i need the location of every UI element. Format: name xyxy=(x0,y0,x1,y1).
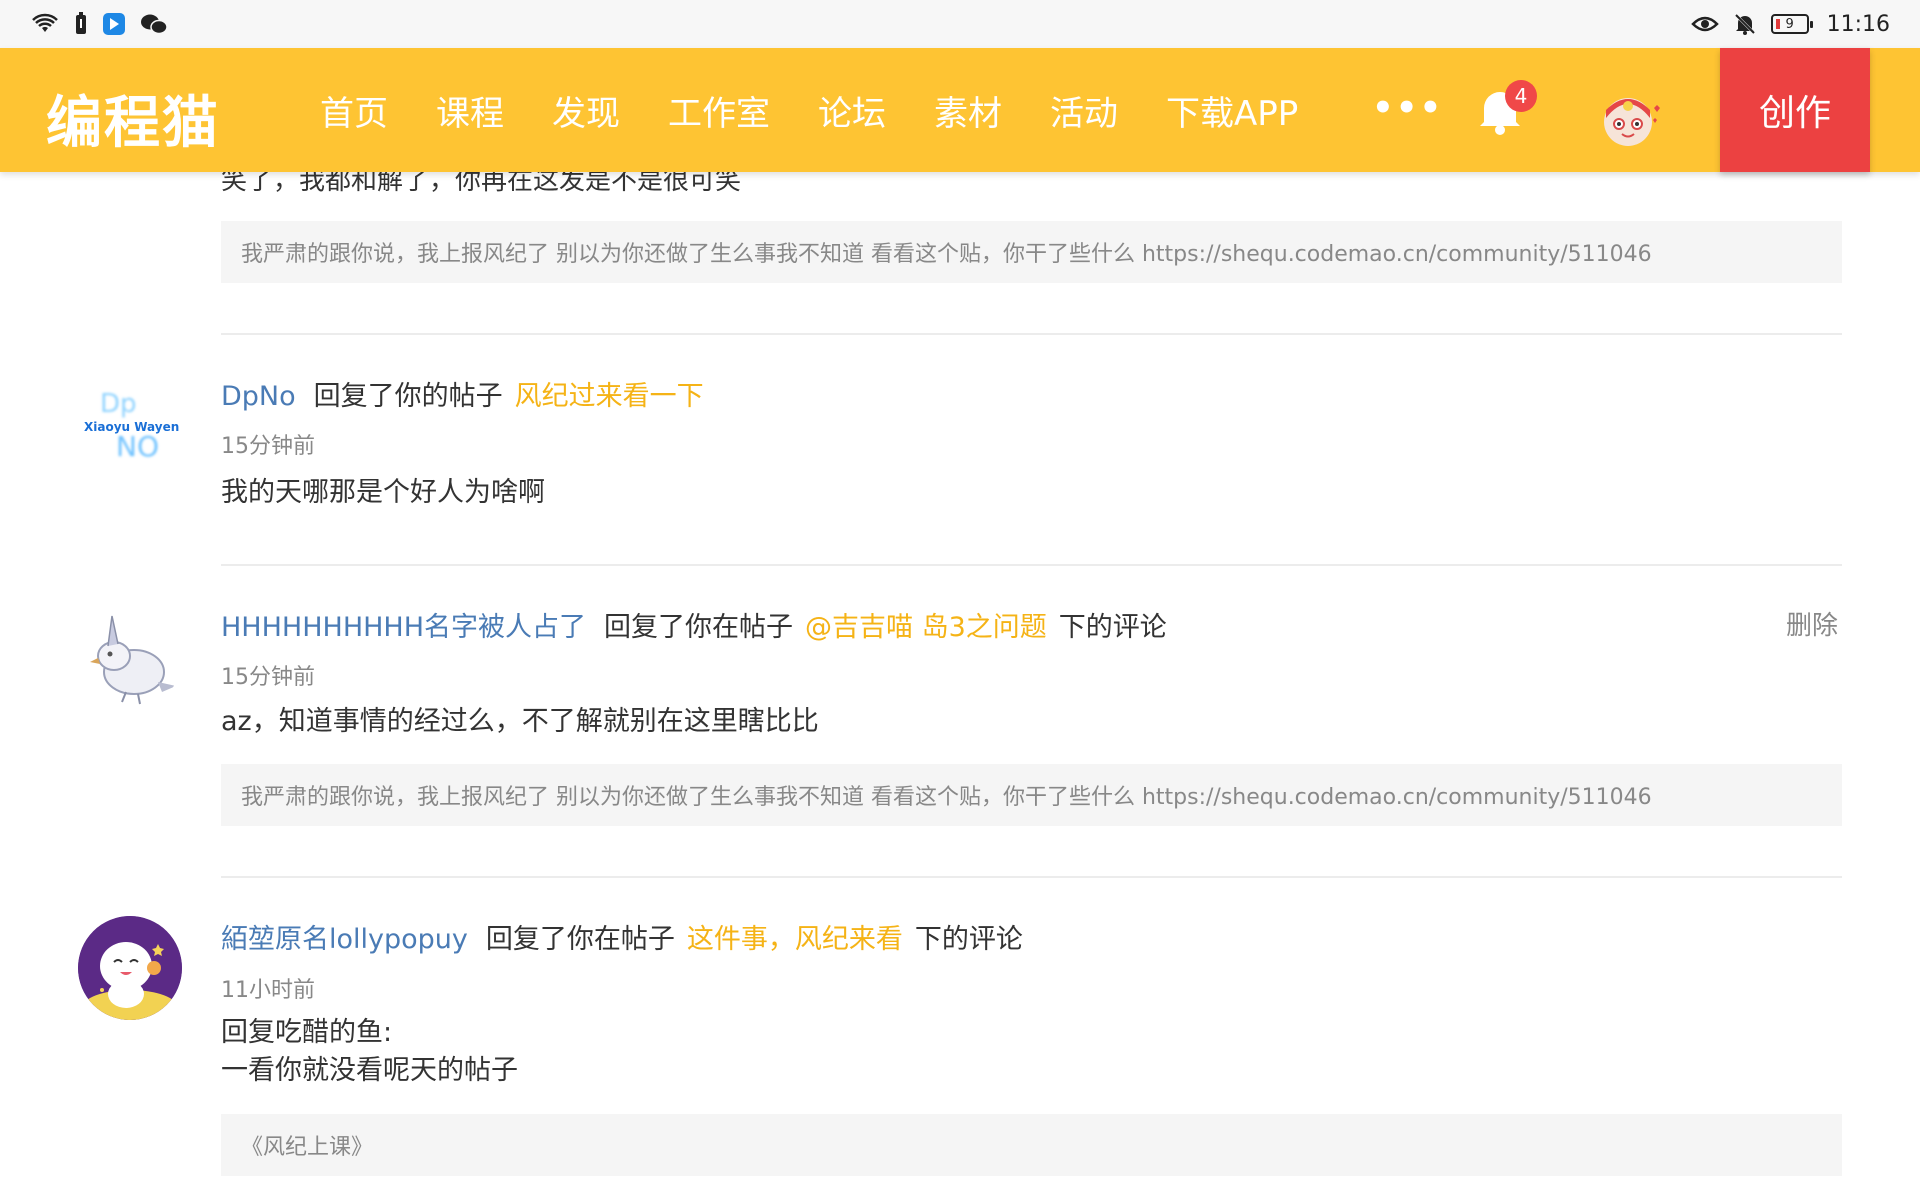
notification-header: HHHHHHHHHH名字被人占了 回复了你在帖子 @吉吉喵 岛3之问题 下的评论 xyxy=(221,605,1167,644)
suffix-text: 下的评论 xyxy=(914,924,1023,955)
nav-item-forum[interactable]: 论坛 xyxy=(818,86,886,135)
avatar-text-top: Dp xyxy=(100,389,137,419)
battery-saver-icon xyxy=(74,12,88,36)
post-title-link[interactable]: 风纪过来看一下 xyxy=(515,374,704,413)
timestamp: 15分钟前 xyxy=(221,665,315,690)
reply-line: 一看你就没看呢天的帖子 xyxy=(221,1055,518,1086)
quoted-comment: 我严肃的跟你说，我上报风纪了 别以为你还做了生么事我不知道 看看这个贴，你干了些… xyxy=(221,764,1842,826)
delete-button[interactable]: 删除 xyxy=(1786,605,1838,642)
nav-item-discover[interactable]: 发现 xyxy=(552,86,620,135)
nav-item-courses[interactable]: 课程 xyxy=(436,86,504,135)
reply-line: 回复吃醋的鱼: xyxy=(221,1017,393,1048)
eye-icon xyxy=(1690,14,1719,34)
battery-indicator: 9 xyxy=(1770,14,1813,34)
user-name-link[interactable]: 絔堃原名lollypopuy xyxy=(221,917,468,956)
reply-line: az，知道事情的经过么，不了解就别在这里瞎比比 xyxy=(221,706,819,737)
timestamp: 15分钟前 xyxy=(221,434,315,459)
notification-count-badge: 4 xyxy=(1505,80,1537,112)
notification-header: 絔堃原名lollypopuy 回复了你在帖子 这件事，风纪来看 下的评论 xyxy=(221,917,1023,956)
nav-item-studio[interactable]: 工作室 xyxy=(668,86,770,135)
logo[interactable]: 编程猫 xyxy=(46,78,220,159)
quoted-comment: 《风纪上课》 xyxy=(221,1114,1842,1176)
wechat-icon xyxy=(140,12,168,36)
more-menu-button[interactable]: ••• xyxy=(1372,88,1443,128)
divider xyxy=(221,564,1842,566)
avatar[interactable] xyxy=(78,916,182,1020)
timestamp: 11小时前 xyxy=(221,978,315,1003)
avatar-text-bottom: NO xyxy=(116,430,159,463)
user-avatar[interactable] xyxy=(1598,88,1662,152)
action-text: 回复了你在帖子 xyxy=(485,924,675,955)
clock: 11:16 xyxy=(1826,11,1890,37)
status-bar-left xyxy=(30,12,168,36)
mute-icon xyxy=(1733,12,1757,36)
action-text: 回复了你的帖子 xyxy=(313,381,503,412)
notification-list: 笑了，我都和解了，你再在这发是不是很可笑 我严肃的跟你说，我上报风纪了 别以为你… xyxy=(0,172,1920,1200)
wifi-icon xyxy=(30,12,60,36)
user-name-link[interactable]: DpNo xyxy=(221,381,296,412)
previous-notification-quote: 我严肃的跟你说，我上报风纪了 别以为你还做了生么事我不知道 看看这个贴，你干了些… xyxy=(221,221,1842,283)
suffix-text: 下的评论 xyxy=(1058,612,1167,643)
reply-line: 我的天哪那是个好人为啥啊 xyxy=(221,477,545,508)
user-name-link[interactable]: HHHHHHHHHH名字被人占了 xyxy=(221,605,586,644)
avatar[interactable]: Dp Xiaoyu Wayen NO xyxy=(78,376,182,480)
reply-body: az，知道事情的经过么，不了解就别在这里瞎比比 xyxy=(221,703,819,741)
avatar[interactable] xyxy=(78,606,182,710)
status-bar: 9 11:16 xyxy=(0,0,1920,48)
nav-item-home[interactable]: 首页 xyxy=(320,86,388,135)
previous-notification-body: 笑了，我都和解了，你再在这发是不是很可笑 xyxy=(221,172,742,196)
post-title-link[interactable]: 这件事，风纪来看 xyxy=(687,917,903,956)
nav-menu: 首页 课程 发现 工作室 论坛 素材 活动 下载APP xyxy=(320,48,1346,172)
divider xyxy=(221,333,1842,335)
reply-body: 回复吃醋的鱼: 一看你就没看呢天的帖子 xyxy=(221,1014,518,1090)
nav-item-materials[interactable]: 素材 xyxy=(934,86,1002,135)
status-bar-right: 9 11:16 xyxy=(1690,11,1890,37)
notification-header: DpNo 回复了你的帖子 风纪过来看一下 xyxy=(221,374,716,413)
app-icon xyxy=(102,12,126,36)
divider xyxy=(221,876,1842,878)
top-navbar: 编程猫 首页 课程 发现 工作室 论坛 素材 活动 下载APP ••• 4 创作 xyxy=(0,48,1920,172)
reply-body: 我的天哪那是个好人为啥啊 xyxy=(221,474,545,512)
post-title-link[interactable]: @吉吉喵 岛3之问题 xyxy=(805,605,1047,644)
nav-item-events[interactable]: 活动 xyxy=(1050,86,1118,135)
nav-item-download-app[interactable]: 下载APP xyxy=(1166,86,1298,135)
create-button[interactable]: 创作 xyxy=(1720,48,1870,172)
action-text: 回复了你在帖子 xyxy=(604,612,794,643)
